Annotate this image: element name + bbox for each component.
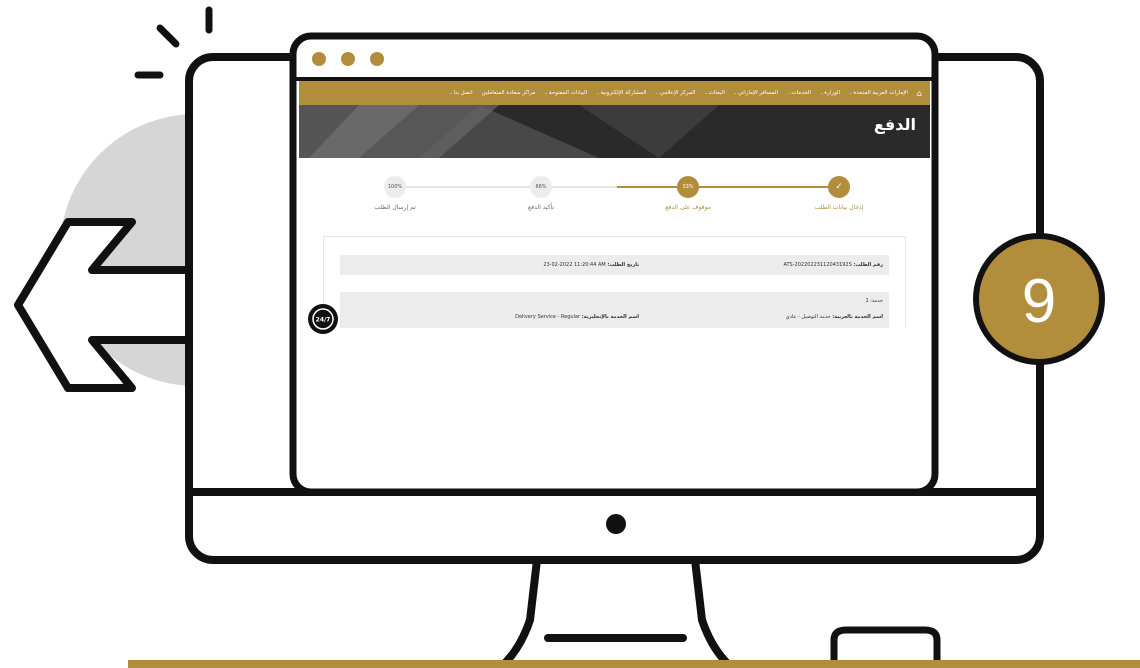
home-icon[interactable]: ⌂ bbox=[917, 89, 922, 98]
service-header: خدمة: 1 bbox=[865, 298, 883, 304]
monitor-stand-right bbox=[691, 559, 735, 668]
window-dots-icon bbox=[312, 52, 384, 66]
step-4-percent: 100% bbox=[384, 176, 406, 198]
page-title: الدفع bbox=[873, 115, 916, 134]
nav-item-open-data[interactable]: البيانات المفتوحة⌄ bbox=[545, 90, 588, 96]
monitor-stand-left bbox=[497, 559, 541, 668]
step-3-percent: 66% bbox=[530, 176, 552, 198]
request-number: رقم الطلب: ATS-20220223112043192S bbox=[783, 262, 883, 268]
nav-item-contact[interactable]: اتصل بنا⌄ bbox=[450, 90, 473, 96]
top-navigation: ⌂ الإمارات العربية المتحدة⌄ الوزارة⌄ الخ… bbox=[299, 81, 930, 105]
nav-item-ministry[interactable]: الوزارة⌄ bbox=[820, 90, 840, 96]
page-hero-banner: الدفع bbox=[299, 105, 930, 158]
step-3-label: تأكيد الدفع bbox=[528, 204, 554, 211]
nav-item-missions[interactable]: البعثات⌄ bbox=[704, 90, 724, 96]
service-name-ar: اسم الخدمة بالعربية: خدمة التوصيل - عادي bbox=[785, 314, 883, 320]
chat-support-label: 24/7 bbox=[316, 317, 331, 324]
nav-item-services[interactable]: الخدمات⌄ bbox=[787, 90, 811, 96]
nav-item-media-center[interactable]: المركز الإعلامي⌄ bbox=[655, 90, 695, 96]
step-2-percent: 33% bbox=[677, 176, 699, 198]
request-date: تاريخ الطلب: 23-02-2022 11:20:44 AM bbox=[543, 262, 639, 268]
hero-pattern bbox=[299, 105, 719, 158]
chat-support-icon[interactable]: 24/7 bbox=[306, 302, 340, 336]
nav-item-emirati-traveler[interactable]: المسافر الإماراتي⌄ bbox=[734, 90, 778, 96]
nav-item-e-participation[interactable]: المشاركة الإلكترونية⌄ bbox=[596, 90, 646, 96]
service-name-en: اسم الخدمة بالإنجليزية: Delivery Service… bbox=[515, 314, 639, 320]
monitor-power-dot bbox=[606, 514, 626, 534]
request-info-row: رقم الطلب: ATS-20220223112043192S تاريخ … bbox=[340, 255, 889, 275]
request-summary-card: رقم الطلب: ATS-20220223112043192S تاريخ … bbox=[323, 236, 906, 328]
nav-item-uae[interactable]: الإمارات العربية المتحدة⌄ bbox=[849, 90, 908, 96]
step-1-label: إدخال بيانات الطلب bbox=[814, 204, 864, 211]
step-2-label: موقوف على الدفع bbox=[665, 204, 711, 211]
step-4-label: تم إرسال الطلب bbox=[374, 204, 416, 211]
step-1-check-icon: ✓ bbox=[828, 176, 850, 198]
service-row: خدمة: 1 اسم الخدمة بالعربية: خدمة التوصي… bbox=[340, 292, 889, 328]
nav-item-happiness-centers[interactable]: مراكز سعادة المتعاملين bbox=[482, 90, 536, 96]
step-number-text: 9 bbox=[1022, 267, 1056, 336]
web-page: ⌂ الإمارات العربية المتحدة⌄ الوزارة⌄ الخ… bbox=[299, 81, 930, 328]
progress-stepper: ✓ 33% 66% 100% إدخال بيانات الطلب موقوف … bbox=[299, 176, 930, 224]
